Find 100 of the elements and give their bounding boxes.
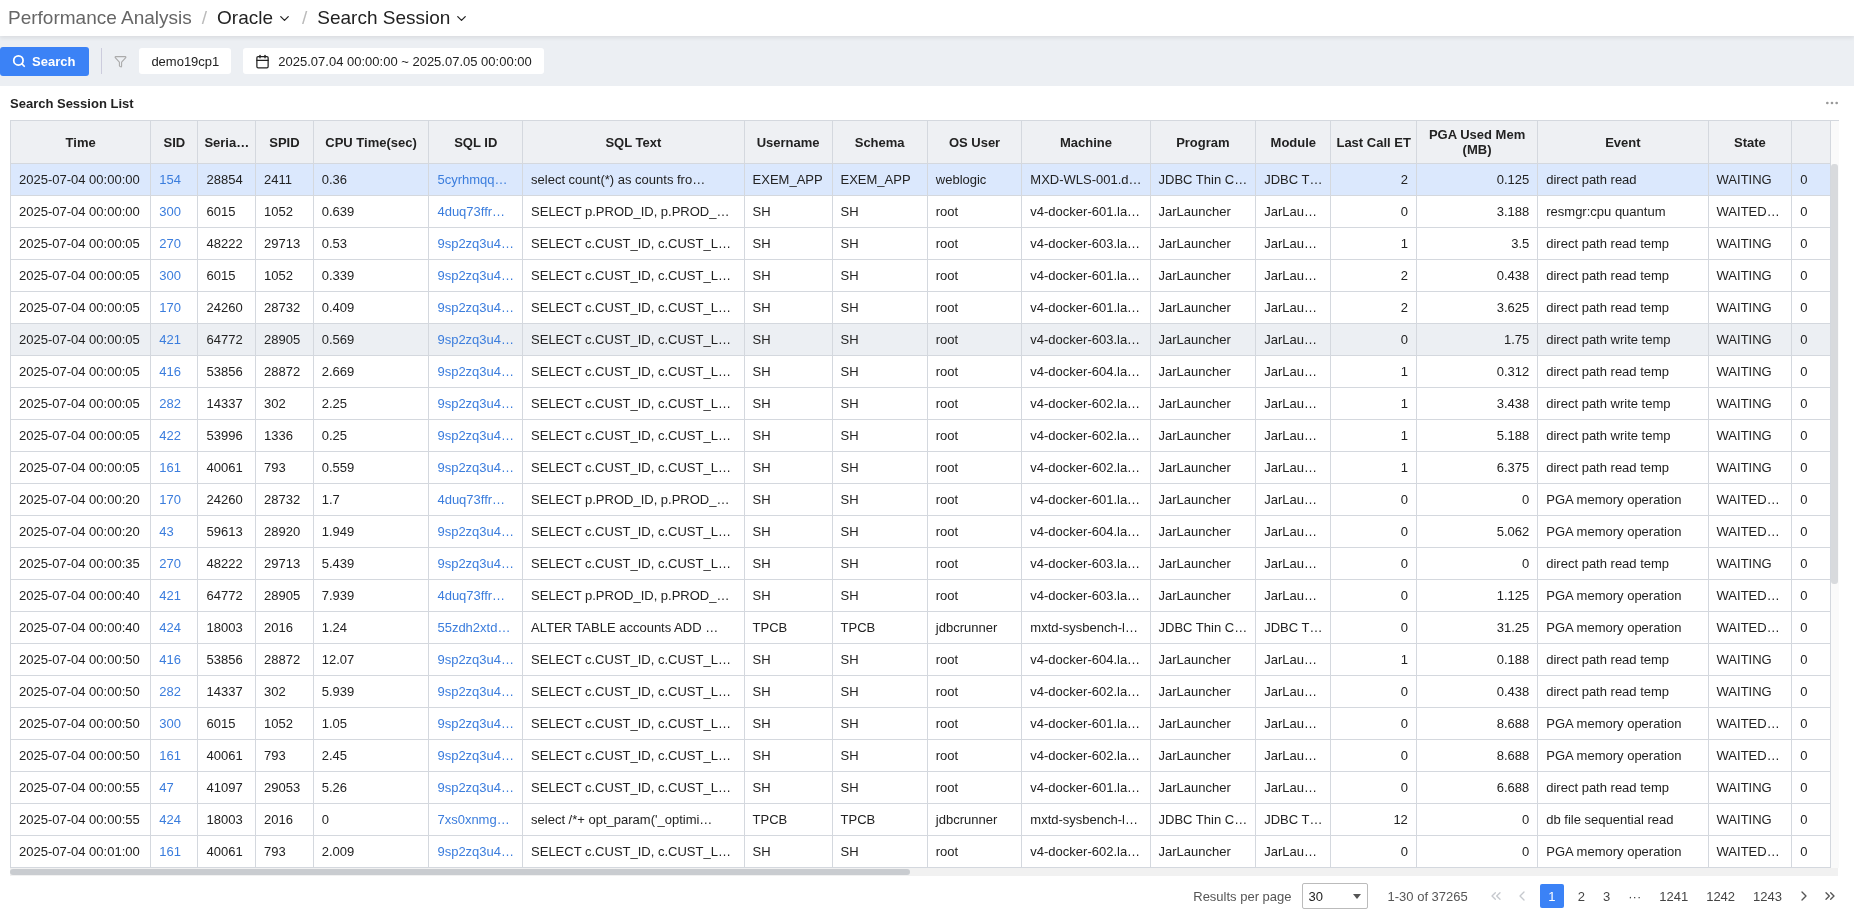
table-row[interactable]: 2025-07-04 00:00:05 170 24260 28732 0.409 9sp2zq3u4… SELECT c.CUST_ID, c.CUST_L… SH SH root v4-docker-601.la… JarLauncher JarLau… 2 3.625 direct path read temp WAITING 0 — [11, 291, 1831, 324]
instance-selector[interactable]: demo19cp1 — [139, 48, 232, 74]
column-header[interactable]: Program — [1150, 121, 1256, 164]
column-header[interactable]: SQL Text — [522, 121, 745, 164]
link-cell[interactable]: 161 — [150, 835, 198, 868]
link-cell[interactable]: 9sp2zq3u4… — [428, 419, 523, 452]
link-cell[interactable]: 9sp2zq3u4… — [428, 515, 523, 548]
table-row[interactable]: 2025-07-04 00:00:05 161 40061 793 0.559 9sp2zq3u4… SELECT c.CUST_ID, c.CUST_L… SH SH root v4-docker-602.la… JarLauncher JarLau… 1 6.375 direct path read temp WAITING 0 — [11, 451, 1831, 484]
table-row[interactable]: 2025-07-04 00:00:05 416 53856 28872 2.669 9sp2zq3u4… SELECT c.CUST_ID, c.CUST_L… SH SH root v4-docker-604.la… JarLauncher JarLau… 1 0.312 direct path read temp WAITING 0 — [11, 355, 1831, 388]
link-cell[interactable]: 9sp2zq3u4… — [428, 323, 523, 356]
link-cell[interactable]: 270 — [150, 547, 198, 580]
table-row[interactable]: 2025-07-04 00:00:00 300 6015 1052 0.639 4duq73ffr… SELECT p.PROD_ID, p.PROD_… SH SH root v4-docker-601.la… JarLauncher JarLau… 0 3.188 resmgr:cpu quantum WAITED… 0 — [11, 195, 1831, 228]
column-header[interactable]: CPU Time(sec) — [313, 121, 429, 164]
link-cell[interactable]: 9sp2zq3u4… — [428, 451, 523, 484]
table-row[interactable]: 2025-07-04 00:00:05 300 6015 1052 0.339 9sp2zq3u4… SELECT c.CUST_ID, c.CUST_L… SH SH root v4-docker-601.la… JarLauncher JarLau… 2 0.438 direct path read temp WAITING 0 — [11, 259, 1831, 292]
link-cell[interactable]: 422 — [150, 419, 198, 452]
link-cell[interactable]: 9sp2zq3u4… — [428, 771, 523, 804]
column-header[interactable]: Event — [1537, 121, 1709, 164]
table-cell: 0 — [1791, 547, 1831, 580]
link-cell[interactable]: 421 — [150, 323, 198, 356]
table-cell: SH — [744, 643, 833, 676]
link-cell[interactable]: 4duq73ffr… — [428, 195, 523, 228]
link-cell[interactable]: 9sp2zq3u4… — [428, 643, 523, 676]
column-header[interactable]: Username — [744, 121, 833, 164]
link-cell[interactable]: 9sp2zq3u4… — [428, 675, 523, 708]
table-row[interactable]: 2025-07-04 00:00:05 270 48222 29713 0.53 9sp2zq3u4… SELECT c.CUST_ID, c.CUST_L… SH SH root v4-docker-603.la… JarLauncher JarLau… 1 3.5 direct path read temp WAITING 0 — [11, 227, 1831, 260]
link-cell[interactable]: 7xs0xnmg… — [428, 803, 523, 836]
breadcrumb-dropdown[interactable]: Search Session — [317, 7, 470, 29]
table-row[interactable]: 2025-07-04 00:00:05 282 14337 302 2.25 9sp2zq3u4… SELECT c.CUST_ID, c.CUST_L… SH SH root v4-docker-602.la… JarLauncher JarLau… 1 3.438 direct path write temp WAITING 0 — [11, 387, 1831, 420]
link-cell[interactable]: 416 — [150, 643, 198, 676]
link-cell[interactable]: 9sp2zq3u4… — [428, 707, 523, 740]
link-cell[interactable]: 43 — [150, 515, 198, 548]
column-header[interactable]: OS User — [927, 121, 1022, 164]
table-row[interactable]: 2025-07-04 00:00:35 270 48222 29713 5.439 9sp2zq3u4… SELECT c.CUST_ID, c.CUST_L… SH SH root v4-docker-603.la… JarLauncher JarLau… 0 0 direct path read temp WAITING 0 — [11, 547, 1831, 580]
page-button[interactable]: 1 — [1539, 884, 1564, 908]
link-cell[interactable]: 4duq73ffr… — [428, 579, 523, 612]
table-row[interactable]: 2025-07-04 00:00:40 421 64772 28905 7.939 4duq73ffr… SELECT p.PROD_ID, p.PROD_… SH SH root v4-docker-603.la… JarLauncher JarLau… 0 1.125 PGA memory operation WAITED… 0 — [11, 579, 1831, 612]
link-cell[interactable]: 9sp2zq3u4… — [428, 387, 523, 420]
link-cell[interactable]: 282 — [150, 675, 198, 708]
column-header[interactable]: SID — [150, 121, 198, 164]
table-row[interactable]: 2025-07-04 00:01:00 161 40061 793 2.009 9sp2zq3u4… SELECT c.CUST_ID, c.CUST_L… SH SH root v4-docker-602.la… JarLauncher JarLau… 0 0 PGA memory operation WAITED… 0 — [11, 835, 1831, 868]
link-cell[interactable]: 9sp2zq3u4… — [428, 355, 523, 388]
page-button[interactable]: 2 — [1573, 884, 1589, 908]
link-cell[interactable]: 416 — [150, 355, 198, 388]
table-row[interactable]: 2025-07-04 00:00:40 424 18003 2016 1.24 55zdh2xtd… ALTER TABLE accounts ADD … TPCB TPCB jdbcrunner mxtd-sysbench-l… JDBC Thin C… JDBC T… 0 31.25 PGA memory operation WAITED… 0 — [11, 611, 1831, 644]
link-cell[interactable]: 9sp2zq3u4… — [428, 227, 523, 260]
page-button[interactable]: ··· — [1624, 884, 1646, 908]
vertical-scrollbar[interactable] — [1831, 164, 1838, 584]
link-cell[interactable]: 161 — [150, 451, 198, 484]
link-cell[interactable]: 9sp2zq3u4… — [428, 547, 523, 580]
per-page-select[interactable]: 30 — [1301, 883, 1368, 909]
filter-icon[interactable] — [114, 54, 128, 68]
column-header[interactable]: Schema — [832, 121, 928, 164]
link-cell[interactable]: 9sp2zq3u4… — [428, 291, 523, 324]
link-cell[interactable]: 4duq73ffr… — [428, 483, 523, 516]
table-row[interactable]: 2025-07-04 00:00:50 300 6015 1052 1.05 9sp2zq3u4… SELECT c.CUST_ID, c.CUST_L… SH SH root v4-docker-601.la… JarLauncher JarLau… 0 8.688 PGA memory operation WAITED… 0 — [11, 707, 1831, 740]
horizontal-scrollbar[interactable] — [10, 869, 910, 875]
column-header[interactable]: State — [1708, 121, 1792, 164]
link-cell[interactable]: 424 — [150, 803, 198, 836]
page-button[interactable]: 1241 — [1655, 884, 1693, 908]
table-cell: JarLau… — [1255, 675, 1331, 708]
table-row[interactable]: 2025-07-04 00:00:50 416 53856 28872 12.07 9sp2zq3u4… SELECT c.CUST_ID, c.CUST_L… SH SH root v4-docker-604.la… JarLauncher JarLau… 1 0.188 direct path read temp WAITING 0 — [11, 643, 1831, 676]
page-button[interactable]: 3 — [1599, 884, 1615, 908]
table-row[interactable]: 2025-07-04 00:00:05 421 64772 28905 0.569 9sp2zq3u4… SELECT c.CUST_ID, c.CUST_L… SH SH root v4-docker-603.la… JarLauncher JarLau… 0 1.75 direct path write temp WAITING 0 — [11, 323, 1831, 356]
column-header[interactable]: Time — [11, 121, 151, 164]
column-header[interactable]: Module — [1255, 121, 1331, 164]
link-cell[interactable]: 170 — [150, 483, 198, 516]
table-row[interactable]: 2025-07-04 00:00:20 170 24260 28732 1.7 4duq73ffr… SELECT p.PROD_ID, p.PROD_… SH SH root v4-docker-601.la… JarLauncher JarLau… 0 0 PGA memory operation WAITED… 0 — [11, 483, 1831, 516]
table-row[interactable]: 2025-07-04 00:00:55 424 18003 2016 0 7xs0xnmg… select /*+ opt_param('_optimi… TPCB TPCB jdbcrunner mxtd-sysbench-l… JDBC Thin C… JDBC T… 12 0 db file sequential read WAITING 0 — [11, 803, 1831, 836]
link-cell[interactable]: 9sp2zq3u4… — [428, 259, 523, 292]
link-cell[interactable]: 282 — [150, 387, 198, 420]
table-row[interactable]: 2025-07-04 00:00:05 422 53996 1336 0.25 9sp2zq3u4… SELECT c.CUST_ID, c.CUST_L… SH SH root v4-docker-602.la… JarLauncher JarLau… 1 5.188 direct path write temp WAITING 0 — [11, 419, 1831, 452]
column-header[interactable]: SPID — [255, 121, 314, 164]
link-cell[interactable]: 421 — [150, 579, 198, 612]
column-header[interactable]: PGA Used Mem (MB) — [1416, 121, 1538, 164]
link-cell[interactable]: 300 — [150, 195, 198, 228]
link-cell[interactable]: 161 — [150, 739, 198, 772]
table-row[interactable]: 2025-07-04 00:00:50 161 40061 793 2.45 9sp2zq3u4… SELECT c.CUST_ID, c.CUST_L… SH SH root v4-docker-602.la… JarLauncher JarLau… 0 8.688 PGA memory operation WAITED… 0 — [11, 739, 1831, 772]
link-cell[interactable]: 9sp2zq3u4… — [428, 835, 523, 868]
date-range-picker[interactable]: 2025.07.04 00:00:00 ~ 2025.07.05 00:00:00 — [243, 48, 544, 74]
column-header[interactable]: Machine — [1021, 121, 1151, 164]
link-cell[interactable]: 47 — [150, 771, 198, 804]
table-row[interactable]: 2025-07-04 00:00:55 47 41097 29053 5.26 9sp2zq3u4… SELECT c.CUST_ID, c.CUST_L… SH SH root v4-docker-601.la… JarLauncher JarLau… 0 6.688 direct path read temp WAITING 0 — [11, 771, 1831, 804]
link-cell[interactable]: 55zdh2xtd… — [428, 611, 523, 644]
link-cell[interactable]: 170 — [150, 291, 198, 324]
column-header[interactable]: Seria… — [197, 121, 256, 164]
search-button[interactable]: Search — [0, 46, 90, 76]
link-cell[interactable]: 300 — [150, 259, 198, 292]
link-cell[interactable]: 424 — [150, 611, 198, 644]
page-button[interactable]: 1242 — [1702, 884, 1740, 908]
link-cell[interactable]: 9sp2zq3u4… — [428, 739, 523, 772]
table-row[interactable]: 2025-07-04 00:00:20 43 59613 28920 1.949 9sp2zq3u4… SELECT c.CUST_ID, c.CUST_L… SH SH root v4-docker-604.la… JarLauncher JarLau… 0 5.062 PGA memory operation WAITED… 0 — [11, 515, 1831, 548]
column-header[interactable]: SQL ID — [428, 121, 523, 164]
table-cell: 2.25 — [313, 387, 429, 420]
link-cell[interactable]: 270 — [150, 227, 198, 260]
column-header[interactable]: Last Call ET — [1330, 121, 1417, 164]
link-cell[interactable]: 300 — [150, 707, 198, 740]
page-button[interactable]: 1243 — [1749, 884, 1786, 908]
breadcrumb-dropdown[interactable]: Oracle — [217, 7, 292, 29]
table-row[interactable]: 2025-07-04 00:00:50 282 14337 302 5.939 9sp2zq3u4… SELECT c.CUST_ID, c.CUST_L… SH SH root v4-docker-602.la… JarLauncher JarLau… 0 0.438 direct path read temp WAITING 0 — [11, 675, 1831, 708]
